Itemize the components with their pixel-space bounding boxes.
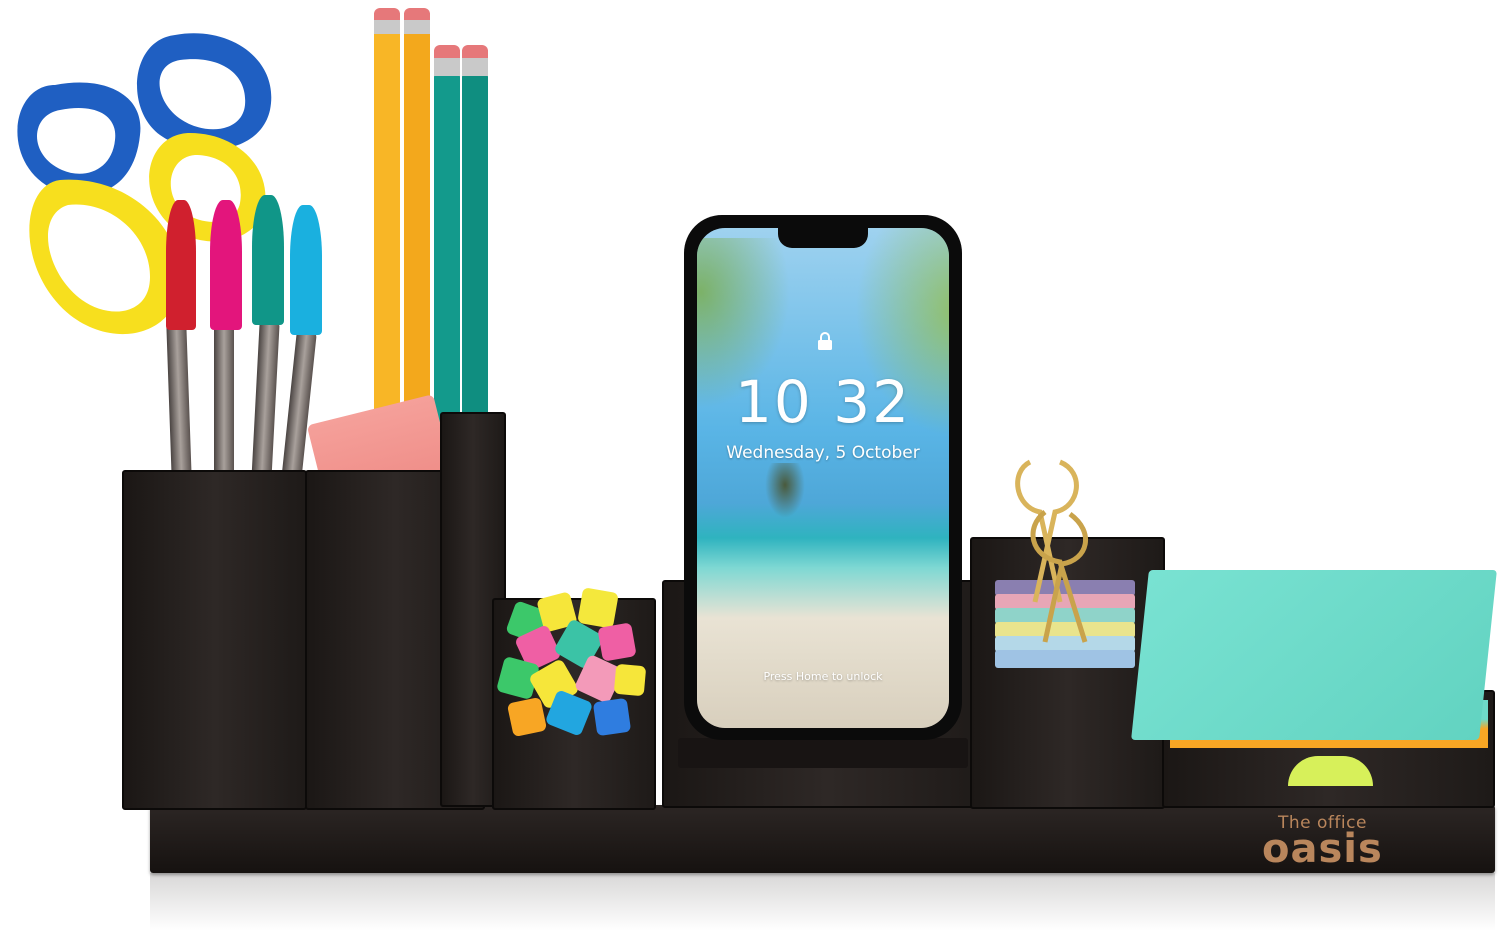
lockscreen-date: Wednesday, 5 October	[726, 443, 920, 463]
phone-stand-ledge	[678, 738, 968, 768]
pencil-ferrule	[462, 58, 488, 76]
lock-icon	[818, 332, 832, 350]
teal-pencil-1	[434, 75, 460, 470]
pen-holder-box	[122, 470, 307, 810]
pink-pen-cap	[210, 200, 242, 330]
phone-screen	[697, 228, 949, 728]
phone-notch	[778, 228, 868, 248]
rock-island	[765, 463, 805, 518]
orange-pencil-2	[404, 30, 430, 450]
lime-sticky-note-edge	[1288, 756, 1373, 786]
pencil-eraser-tip	[434, 45, 460, 59]
pencil-ferrule	[374, 20, 400, 34]
teal-sticky-notes	[1131, 570, 1497, 740]
pencil-ferrule	[404, 20, 430, 34]
blue-handle-right	[137, 33, 272, 150]
unlock-hint: Press Home to unlock	[763, 670, 883, 683]
teal-pen-cap	[252, 195, 284, 325]
lockscreen-time: 10 32	[734, 368, 912, 436]
blue-handle-left	[17, 82, 141, 195]
gold-binder-clip	[1015, 459, 1088, 643]
pencil-ferrule	[434, 58, 460, 76]
cyan-pen-cap	[290, 205, 322, 335]
pencil-eraser-tip	[462, 45, 488, 59]
orange-pencil-1	[374, 30, 400, 450]
teal-pencil-2	[462, 75, 488, 470]
base-reflection	[150, 873, 1495, 931]
logo-text-big: oasis	[1262, 826, 1383, 872]
red-pen-cap	[166, 200, 196, 330]
pencil-cap-erasers	[495, 585, 650, 745]
